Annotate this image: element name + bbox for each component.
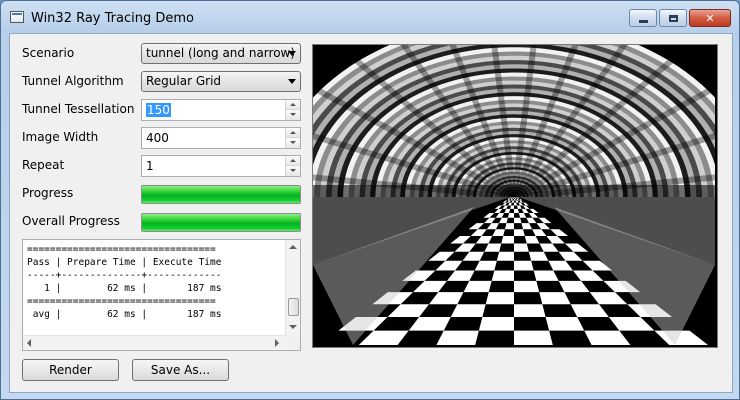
log-line: Pass | Prepare Time | Execute Time [27,257,222,268]
scenario-value: tunnel (long and narrow) [146,46,296,60]
close-button[interactable]: ✕ [689,9,731,27]
rendered-tunnel-image [313,45,715,345]
scroll-thumb[interactable] [288,298,299,316]
chevron-down-icon [288,79,296,84]
spin-up-arrow-icon[interactable] [286,128,300,138]
spin-buttons [285,128,300,148]
tunnel-tessellation-label: Tunnel Tessellation [22,102,135,116]
spin-down-arrow-icon[interactable] [286,110,300,120]
horizontal-scrollbar[interactable] [23,335,286,350]
overall-progress-fill [142,214,300,231]
spin-down-arrow-icon[interactable] [286,166,300,176]
results-log[interactable]: ================================= Pass |… [22,239,301,351]
maximize-button[interactable] [659,9,687,27]
scenario-select[interactable]: tunnel (long and narrow) [141,43,301,64]
image-width-spinbox[interactable]: 400 [141,127,301,149]
scenario-label: Scenario [22,46,75,60]
spin-buttons [285,156,300,176]
repeat-spinbox[interactable]: 1 [141,155,301,177]
progress-label: Progress [22,186,74,200]
caption-buttons: ✕ [629,9,731,27]
close-icon: ✕ [705,11,715,25]
overall-progress-bar [141,213,301,232]
tunnel-tessellation-value[interactable]: 150 [146,103,171,117]
progress-bar [141,185,301,204]
maximize-icon [668,14,678,22]
app-icon [10,11,24,23]
tunnel-algorithm-label: Tunnel Algorithm [22,74,124,88]
spin-up-arrow-icon[interactable] [286,100,300,110]
tunnel-algorithm-value: Regular Grid [146,74,222,88]
spin-down-arrow-icon[interactable] [286,138,300,148]
log-line: avg | 62 ms | 187 ms [27,309,222,320]
scroll-left-icon[interactable] [27,339,31,347]
spin-up-arrow-icon[interactable] [286,156,300,166]
repeat-label: Repeat [22,158,65,172]
tunnel-algorithm-select[interactable]: Regular Grid [141,71,301,92]
progress-fill [142,186,300,203]
vertical-scrollbar[interactable] [285,240,300,336]
app-window: Win32 Ray Tracing Demo ✕ Scenario tunnel… [0,0,740,400]
image-width-value[interactable]: 400 [146,131,169,145]
tunnel-tessellation-spinbox[interactable]: 150 [141,99,301,121]
log-line: ================================= [27,296,216,307]
save-as-button[interactable]: Save As... [132,359,229,381]
scroll-right-icon[interactable] [275,339,279,347]
title-bar[interactable]: Win32 Ray Tracing Demo ✕ [1,1,739,35]
scroll-corner [286,336,300,350]
log-line: ================================= [27,244,216,255]
render-button[interactable]: Render [22,359,119,381]
minimize-button[interactable] [629,9,657,27]
minimize-icon [638,19,648,23]
repeat-value[interactable]: 1 [146,159,154,173]
image-width-label: Image Width [22,130,99,144]
log-text: ================================= Pass |… [27,243,221,321]
scroll-down-icon[interactable] [289,325,297,329]
render-canvas [312,44,718,348]
chevron-down-icon [288,51,296,56]
window-title: Win32 Ray Tracing Demo [31,11,194,26]
scroll-up-icon[interactable] [289,245,297,249]
overall-progress-label: Overall Progress [22,214,120,228]
spin-buttons [285,100,300,120]
log-line: -----+--------------+------------- [27,270,222,281]
client-area: Scenario tunnel (long and narrow) Tunnel… [9,33,733,393]
log-line: 1 | 62 ms | 187 ms [27,283,222,294]
